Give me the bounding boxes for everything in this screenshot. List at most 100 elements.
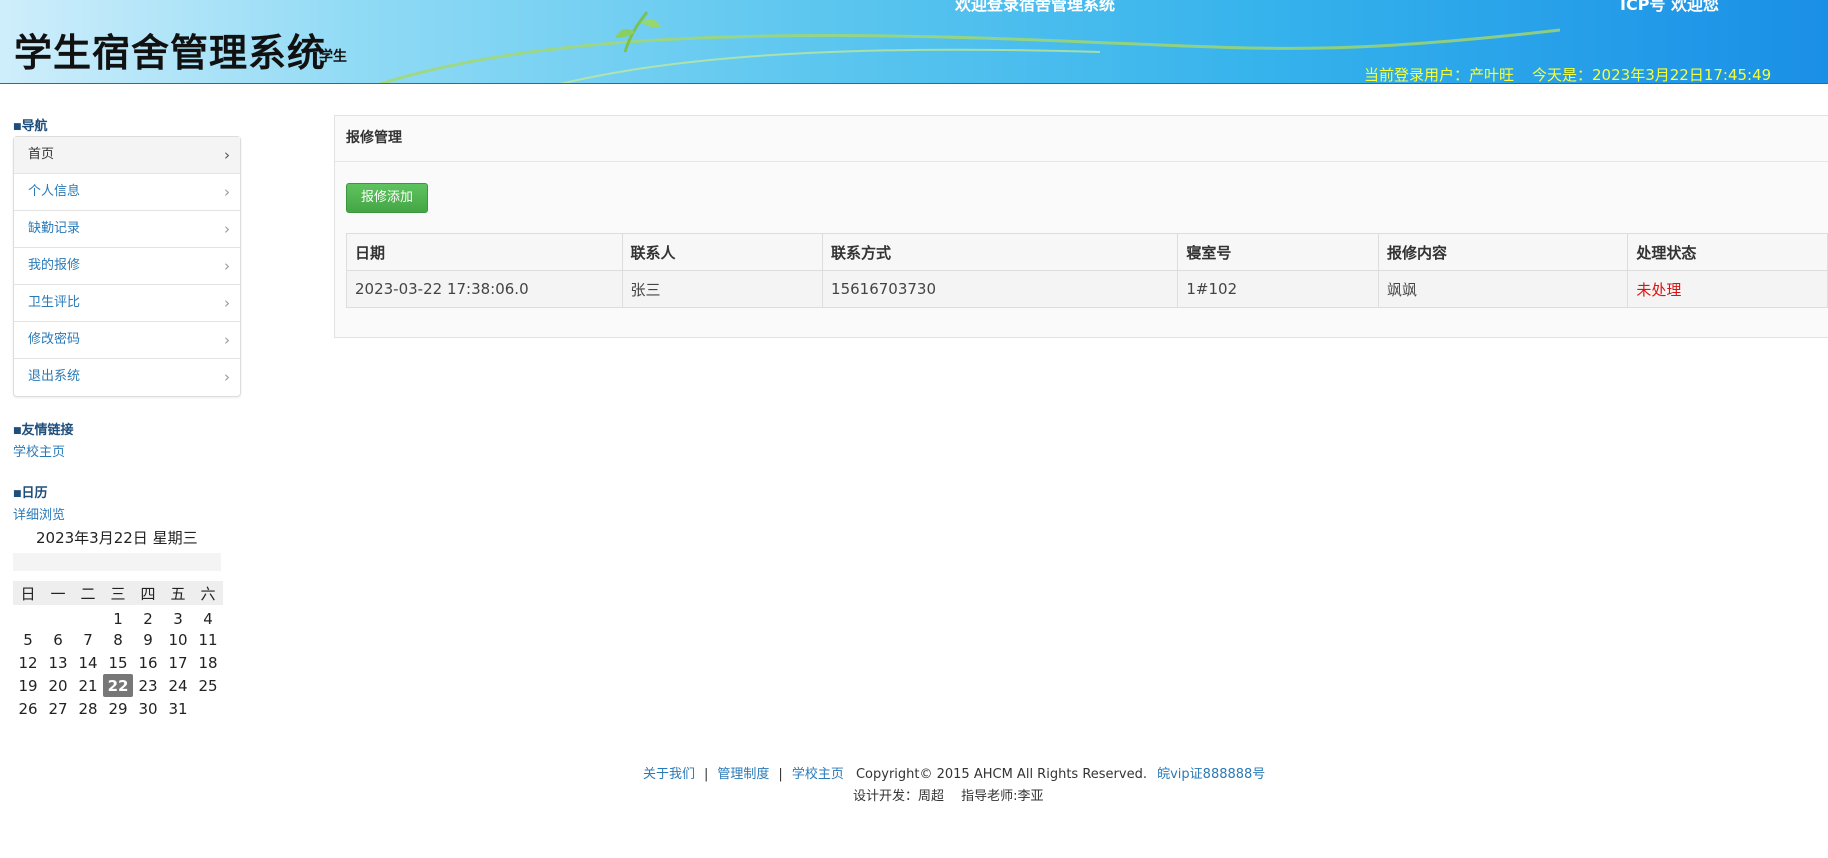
calendar-day[interactable]: 18 [193, 651, 223, 674]
sidebar-item-password[interactable]: 修改密码 › [14, 322, 240, 359]
table-cell: 飒飒 [1378, 270, 1629, 308]
square-bullet-icon: ■ [13, 426, 22, 436]
chevron-right-icon: › [224, 257, 230, 275]
nav-list: 首页 › 个人信息 › 缺勤记录 › 我的报修 › 卫生评比 › 修改密码 › 退出系统 › [13, 136, 241, 397]
chevron-right-icon: › [224, 146, 230, 164]
calendar-day[interactable]: 15 [103, 651, 133, 674]
calendar-day[interactable]: 29 [103, 697, 133, 720]
sidebar-item-profile[interactable]: 个人信息 › [14, 174, 240, 211]
credits-text: 设计开发：周超 指导老师:李亚 [853, 789, 1044, 804]
current-date-label: 今天是：2023年3月22日17:45:49 [1532, 66, 1772, 84]
calendar-weekday: 三 [103, 581, 133, 605]
chevron-right-icon: › [224, 183, 230, 201]
banner-top-text: 欢迎登录宿舍管理系统 [955, 0, 1116, 14]
nav-title: 导航 [21, 119, 48, 134]
calendar-empty-cell [13, 605, 43, 628]
calendar-day[interactable]: 4 [193, 605, 223, 628]
calendar-day[interactable]: 6 [43, 628, 73, 651]
footer-separator: | [704, 767, 709, 782]
calendar-day[interactable]: 25 [193, 674, 223, 697]
calendar-day[interactable]: 24 [163, 674, 193, 697]
column-header: 处理状态 [1627, 233, 1828, 271]
calendar-detail-link[interactable]: 详细浏览 [13, 504, 241, 523]
calendar-weekday-row: 日一二三四五六 [13, 581, 223, 605]
friend-links: ■友情链接 学校主页 [13, 419, 241, 460]
sidebar: ■导航 首页 › 个人信息 › 缺勤记录 › 我的报修 › 卫生评比 › 修改密码 › 退出… [13, 115, 241, 720]
calendar-day[interactable]: 26 [13, 697, 43, 720]
calendar-day[interactable]: 31 [163, 697, 193, 720]
table-cell: 张三 [621, 270, 824, 308]
calendar-weekday: 四 [133, 581, 163, 605]
calendar-day[interactable]: 30 [133, 697, 163, 720]
calendar-day[interactable]: 14 [73, 651, 103, 674]
school-home-link[interactable]: 学校主页 [13, 441, 241, 460]
calendar-week-row: 26 27 28 29 30 31 [13, 697, 223, 720]
column-header: 联系方式 [822, 233, 1179, 271]
sidebar-item-logout[interactable]: 退出系统 › [14, 359, 240, 396]
calendar-day[interactable]: 28 [73, 697, 103, 720]
chevron-right-icon: › [224, 331, 230, 349]
calendar-day[interactable]: 17 [163, 651, 193, 674]
calendar-day[interactable]: 1 [103, 605, 133, 628]
sidebar-item-label: 首页 [28, 147, 55, 162]
column-header: 联系人 [621, 233, 824, 271]
calendar-grid: 日一二三四五六 1 2 3 4 5 6 7 8 9 10 11 12 13 14 15 16 17 18 19 20 2… [13, 581, 223, 720]
sidebar-item-repairs[interactable]: 我的报修 › [14, 248, 240, 285]
calendar-day[interactable]: 7 [73, 628, 103, 651]
calendar-week-row: 19 20 21 22 23 24 25 [13, 674, 223, 697]
calendar-day[interactable]: 13 [43, 651, 73, 674]
column-header: 日期 [346, 233, 623, 271]
calendar-day[interactable]: 23 [133, 674, 163, 697]
calendar-current-date: 2023年3月22日 星期三 [36, 529, 198, 547]
calendar-day[interactable]: 9 [133, 628, 163, 651]
add-repair-button[interactable]: 报修添加 [346, 183, 428, 213]
calendar-day[interactable]: 20 [43, 674, 73, 697]
calendar-day[interactable]: 3 [163, 605, 193, 628]
table-cell: 2023-03-22 17:38:06.0 [346, 270, 623, 308]
calendar-weekday: 二 [73, 581, 103, 605]
table-cell: 1#102 [1177, 270, 1380, 308]
calendar-day[interactable]: 16 [133, 651, 163, 674]
calendar-day[interactable]: 11 [193, 628, 223, 651]
table-header-row: 日期 联系人 联系方式 寝室号 报修内容 处理状态 [346, 233, 1828, 271]
sidebar-item-absence[interactable]: 缺勤记录 › [14, 211, 240, 248]
banner-top-right-text: ICP号 欢迎您 [1620, 0, 1719, 14]
table-cell: 15616703730 [822, 270, 1179, 308]
calendar-day[interactable]: 19 [13, 674, 43, 697]
table-row: 2023-03-22 17:38:06.0 张三 15616703730 1#102 飒… [346, 270, 1828, 308]
calendar-empty-cell [73, 605, 103, 628]
calendar-day[interactable]: 12 [13, 651, 43, 674]
rules-link[interactable]: 管理制度 [717, 767, 769, 782]
sidebar-item-label: 修改密码 [28, 332, 81, 347]
sidebar-item-label: 个人信息 [28, 184, 81, 199]
calendar-day[interactable]: 10 [163, 628, 193, 651]
app-title: 学生宿舍管理系统 [14, 30, 327, 75]
status-cell: 未处理 [1627, 270, 1828, 308]
login-info: 当前登录用户：产叶旺 今天是：2023年3月22日17:45:49 [1364, 64, 1772, 84]
sidebar-item-hygiene[interactable]: 卫生评比 › [14, 285, 240, 322]
calendar-day[interactable]: 21 [73, 674, 103, 697]
sidebar-item-label: 退出系统 [28, 369, 81, 384]
calendar-weekday: 日 [13, 581, 43, 605]
calendar-day[interactable]: 27 [43, 697, 73, 720]
calendar-day[interactable]: 22 [103, 674, 133, 697]
header-banner: 欢迎登录宿舍管理系统 ICP号 欢迎您 学生宿舍管理系统 学生 当前登录用户：产… [0, 0, 1828, 84]
repair-table: 日期 联系人 联系方式 寝室号 报修内容 处理状态 2023-03-22 17:38:06… [346, 233, 1828, 308]
calendar-weekday: 一 [43, 581, 73, 605]
calendar-weekday: 六 [193, 581, 223, 605]
calendar-day[interactable]: 2 [133, 605, 163, 628]
sidebar-item-label: 缺勤记录 [28, 221, 81, 236]
chevron-right-icon: › [224, 294, 230, 312]
sidebar-item-home[interactable]: 首页 › [14, 137, 240, 174]
calendar-day[interactable]: 8 [103, 628, 133, 651]
calendar-nav-bar [13, 553, 221, 571]
calendar-empty-cell [43, 605, 73, 628]
calendar-day[interactable]: 5 [13, 628, 43, 651]
calendar-week-row: 12 13 14 15 16 17 18 [13, 651, 223, 674]
links-section-title: ■友情链接 [13, 419, 241, 438]
square-bullet-icon: ■ [13, 122, 22, 132]
about-us-link[interactable]: 关于我们 [643, 767, 695, 782]
footer-school-home-link[interactable]: 学校主页 [792, 767, 844, 782]
icp-link[interactable]: 皖vip证888888号 [1157, 767, 1265, 782]
column-header: 寝室号 [1177, 233, 1380, 271]
